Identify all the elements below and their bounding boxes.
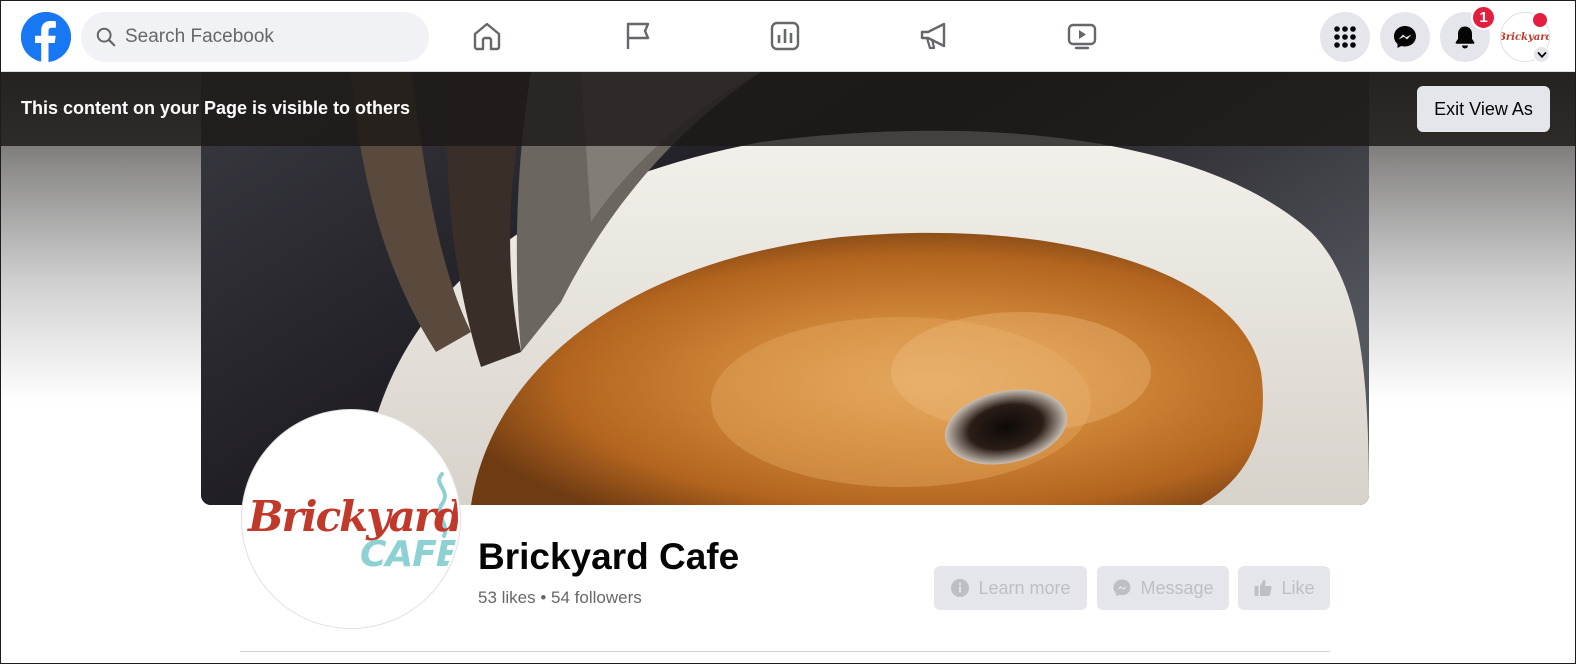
profile-picture[interactable]: Brickyard CAFE <box>242 410 460 628</box>
chart-icon <box>770 21 800 51</box>
tab-home[interactable] <box>465 14 509 58</box>
grid-menu-icon <box>1334 26 1356 48</box>
message-label: Message <box>1140 577 1214 598</box>
menu-button[interactable] <box>1320 12 1370 62</box>
tab-pages[interactable] <box>615 14 659 58</box>
megaphone-icon <box>920 22 946 50</box>
messenger-icon <box>1113 579 1131 597</box>
account-alert-dot <box>1533 13 1547 27</box>
exit-view-as-button[interactable]: Exit View As <box>1417 86 1550 132</box>
bell-icon <box>1455 26 1475 49</box>
search-bar[interactable] <box>81 12 429 62</box>
view-as-banner: This content on your Page is visible to … <box>0 72 1576 146</box>
logo-subtitle: CAFE <box>360 534 460 575</box>
tab-ads[interactable] <box>912 14 956 58</box>
messenger-button[interactable] <box>1380 12 1430 62</box>
section-divider <box>240 651 1330 652</box>
search-icon <box>96 27 116 47</box>
view-as-message: This content on your Page is visible to … <box>21 98 411 118</box>
home-icon <box>473 22 501 51</box>
facebook-logo-icon[interactable] <box>21 12 71 62</box>
top-navigation-bar: 1 Brickyard <box>0 0 1576 72</box>
account-menu-toggle[interactable] <box>1533 46 1550 63</box>
video-icon <box>1067 23 1097 50</box>
flag-icon <box>626 22 650 49</box>
like-button[interactable]: Like <box>1238 566 1330 610</box>
learn-more-button[interactable]: Learn more <box>934 566 1087 610</box>
tab-insights[interactable] <box>763 14 807 58</box>
like-label: Like <box>1281 577 1315 598</box>
page-stats: 53 likes • 54 followers <box>478 588 642 607</box>
tab-watch[interactable] <box>1060 14 1104 58</box>
message-button[interactable]: Message <box>1097 566 1229 610</box>
page-title: Brickyard Cafe <box>478 536 740 577</box>
thumbs-up-icon <box>1254 580 1273 596</box>
notification-count-badge: 1 <box>1471 5 1496 30</box>
learn-more-label: Learn more <box>978 577 1071 598</box>
chevron-down-icon <box>1537 51 1546 58</box>
info-icon <box>951 579 970 597</box>
account-avatar-label: Brickyard <box>1500 31 1550 43</box>
messenger-icon <box>1394 26 1416 48</box>
search-input[interactable] <box>125 26 405 48</box>
